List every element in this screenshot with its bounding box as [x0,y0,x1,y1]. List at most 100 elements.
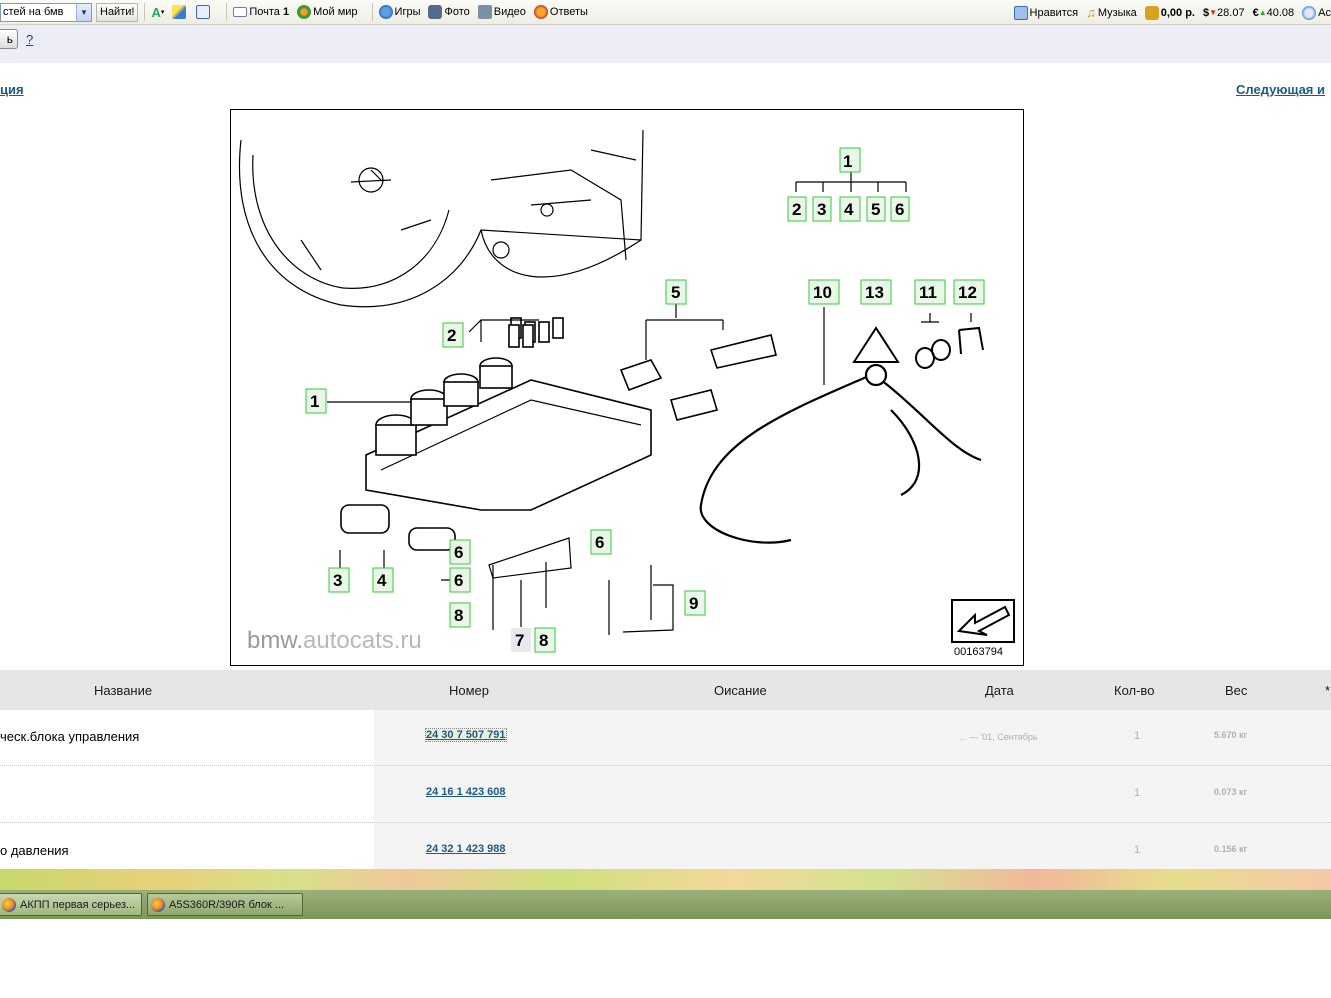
callout-13[interactable]: 13 [860,279,892,305]
callout-5[interactable]: 5 [665,279,687,305]
row-qty: 1 [1134,730,1141,742]
parts-diagram: 1 2 3 4 5 6 5 2 1 3 4 6 6 6 8 7 8 9 10 1… [230,109,1024,666]
callout-6-a[interactable]: 6 [449,539,471,565]
wiring-harness [699,363,982,544]
svg-text:6: 6 [454,543,463,562]
help-link[interactable]: ? [26,32,33,47]
callout-10[interactable]: 10 [808,279,840,305]
svg-text:3: 3 [817,200,826,219]
photo-link[interactable]: Фото [428,5,470,19]
answers-link[interactable]: Ответы [533,5,588,19]
answers-icon [533,5,548,19]
usd-rate: $ ▼ 28.07 [1203,7,1245,19]
taskbar-item-active[interactable]: A5S360R/390R блок ... [147,893,303,916]
callout-12[interactable]: 12 [953,279,985,305]
direction-arrow-icon [951,599,1015,643]
photo-icon [428,5,443,19]
balance-link[interactable]: 0,00 р. [1144,5,1195,20]
my-world-link[interactable]: Мой мир [297,5,358,19]
search-input-value: стей на бмв [3,6,64,18]
firefox-icon [2,897,16,912]
header-date[interactable]: Дата [985,683,1014,698]
callouts: 1 2 3 4 5 6 5 2 1 3 4 6 6 6 8 7 8 9 10 1… [305,147,985,653]
sleeves [508,317,564,348]
music-link[interactable]: ♫ Музыка [1086,5,1137,20]
like-label: Нравится [1029,6,1079,19]
watermark-rest: autocats.ru [303,627,422,654]
callout-6-top[interactable]: 6 [890,196,910,222]
callout-3-top[interactable]: 3 [812,196,832,222]
callout-4[interactable]: 4 [372,567,394,593]
previous-link[interactable]: ция [0,82,24,97]
partial-button[interactable]: ь [0,29,18,49]
header-name[interactable]: Название [94,683,152,698]
header-number[interactable]: Номер [449,683,489,698]
svg-text:6: 6 [595,533,604,552]
games-link[interactable]: Игры [378,5,420,19]
video-icon [477,5,492,19]
watermark-main: bmw. [247,627,304,654]
callout-6-b[interactable]: 6 [449,567,471,593]
connectors [619,334,777,421]
row-shade [374,766,1331,823]
page-button[interactable] [196,5,212,19]
taskbar: АКПП первая серьез... A5S360R/390R блок … [0,890,1331,919]
row-weight: 0.073 кг [1214,787,1248,797]
parts-drawing: 1 2 3 4 5 6 5 2 1 3 4 6 6 6 8 7 8 9 10 1… [238,129,985,653]
mail-link[interactable]: Почта 1 [233,6,289,18]
callout-3[interactable]: 3 [328,567,350,593]
callout-4-top[interactable]: 4 [839,196,861,222]
header-description[interactable]: Оисание [714,683,767,698]
callout-8-a[interactable]: 8 [449,602,471,628]
callout-9[interactable]: 9 [684,590,706,616]
svg-text:7: 7 [515,631,524,650]
row-qty: 1 [1134,787,1141,799]
mail-badge: 1 [282,6,290,18]
chevron-down-icon[interactable]: ▼ [76,3,91,21]
search-input[interactable]: стей на бмв ▼ [0,2,92,22]
header-weight[interactable]: Вес [1225,683,1247,698]
part-number-link[interactable]: 24 16 1 423 608 [426,786,506,798]
answers-label: Ответы [549,6,588,18]
toolbar-divider [144,3,146,21]
header-qty[interactable]: Кол-во [1114,683,1154,698]
part-number-link[interactable]: 24 32 1 423 988 [426,843,506,855]
like-link[interactable]: Нравится [1013,5,1079,20]
font-size-button[interactable]: A ▾ [151,5,164,20]
svg-text:11: 11 [919,283,937,302]
callout-2[interactable]: 2 [442,322,464,348]
wallet-icon [1144,5,1159,20]
highlight-button[interactable] [172,5,188,19]
callout-5-top[interactable]: 5 [866,196,886,222]
part-number-link[interactable]: 24 30 7 507 791 [425,728,507,742]
browser-toolbar: стей на бмв ▼ Найти! A ▾ Почта 1 Мой мир … [0,0,1331,25]
games-icon [378,5,393,19]
cloud-icon [1302,5,1317,20]
svg-text:3: 3 [333,571,342,590]
taskbar-item[interactable]: АКПП первая серьез... [0,893,142,916]
callout-11[interactable]: 11 [914,279,946,305]
usd-value: 28.07 [1217,6,1245,19]
svg-text:6: 6 [895,200,904,219]
callout-2-top[interactable]: 2 [787,196,807,222]
find-button[interactable]: Найти! [96,2,139,22]
arrow-graphic [956,605,1011,636]
table-row: ческ.блока управления 24 30 7 507 791 ..… [0,710,1331,767]
firefox-icon [151,897,165,912]
callout-1-top[interactable]: 1 [839,147,861,173]
callout-1[interactable]: 1 [305,388,327,414]
eur-value: 40.08 [1266,6,1295,19]
video-link[interactable]: Видео [477,5,526,19]
svg-text:6: 6 [454,571,463,590]
callout-8-b[interactable]: 8 [534,627,556,653]
my-world-icon [297,5,312,19]
callout-6-c[interactable]: 6 [590,529,612,555]
mail-label: Почта [249,6,280,18]
next-link[interactable]: Следующая и [1236,82,1325,97]
warning-triangle [852,326,900,363]
table-row: о давления 24 32 1 423 988 1 0.156 кг [0,823,1331,869]
row-name: о давления [0,843,69,858]
callout-7[interactable]: 7 [511,628,531,652]
taskbar-item-label: АКПП первая серьез... [20,898,136,911]
weather-link[interactable]: Ас [1302,5,1331,20]
